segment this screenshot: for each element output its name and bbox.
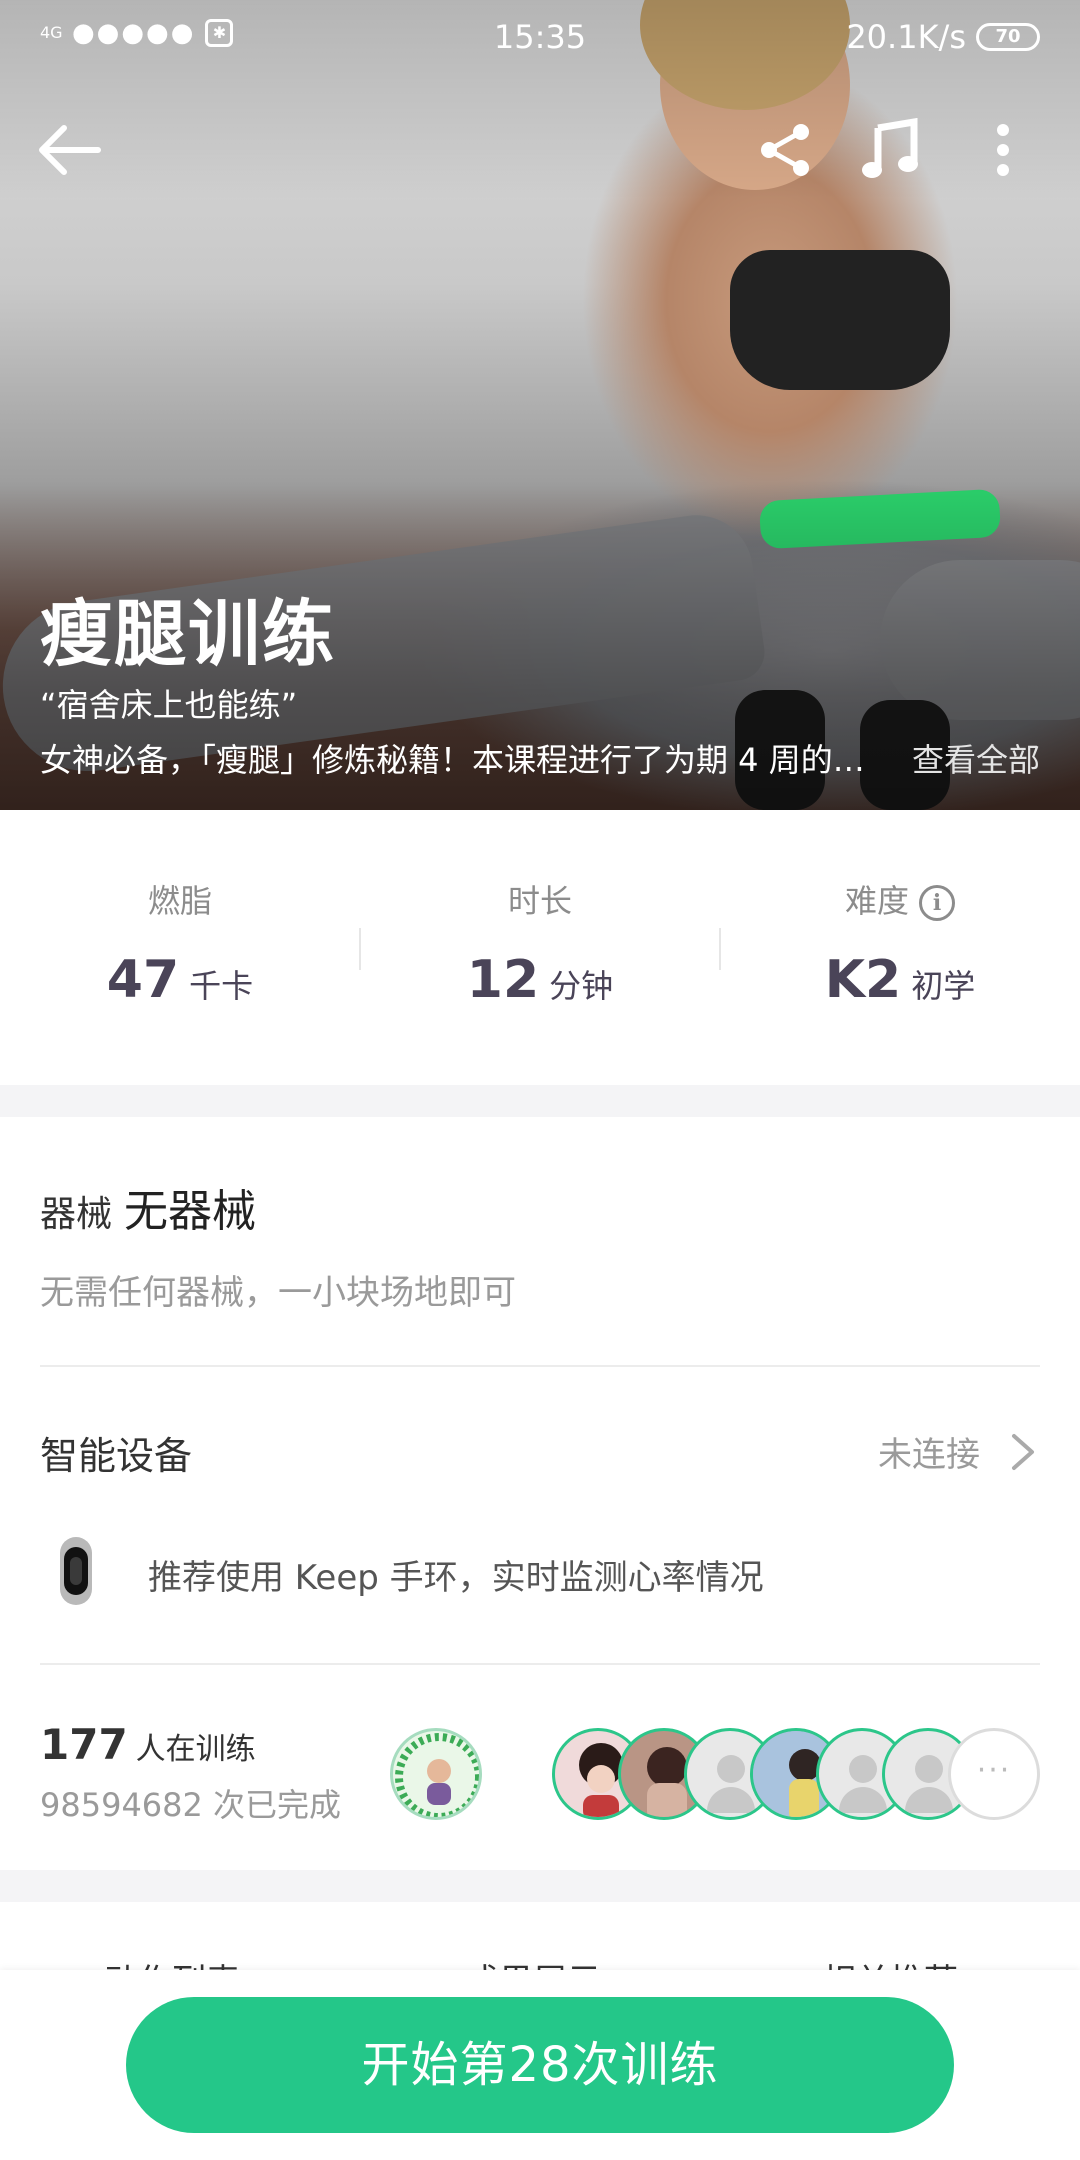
- section-gap: [0, 1870, 1080, 1902]
- stat-unit: 初学: [911, 967, 976, 1005]
- stat-value-group: 12 分钟: [360, 950, 720, 1010]
- equipment-label: 器械: [40, 1194, 113, 1235]
- equipment-row: 器械 无器械: [40, 1175, 1040, 1239]
- status-bar: 4G ●●●●● ✱ 15:35 20.1K/s 70: [0, 0, 1080, 76]
- more-options-button[interactable]: [985, 120, 1021, 180]
- back-arrow-icon: [39, 125, 101, 175]
- course-description: 女神必备，「瘦腿」修炼秘籍！本课程进行了为期 4 周的…: [40, 741, 865, 779]
- info-icon[interactable]: i: [919, 885, 955, 921]
- stat-label-group: 难度 i: [720, 876, 1080, 922]
- training-now: 177 人在训练: [40, 1720, 256, 1769]
- stat-difficulty: 难度 i K2 初学: [720, 810, 1080, 1085]
- equipment-description: 无需任何器械，一小块场地即可: [40, 1273, 516, 1313]
- course-title: 瘦腿训练: [40, 592, 337, 676]
- chevron-right-icon[interactable]: [1004, 1432, 1040, 1472]
- default-avatar-icon: [849, 1755, 877, 1783]
- avatar[interactable]: [390, 1728, 482, 1820]
- back-button[interactable]: [36, 120, 106, 180]
- course-stats: 燃脂 47 千卡 时长 12 分钟 难度 i K2 初学: [0, 810, 1080, 1085]
- divider: [40, 1365, 1040, 1367]
- stat-value-group: K2 初学: [720, 950, 1080, 1010]
- cover-figure-top: [730, 250, 950, 390]
- more-vertical-icon: [997, 124, 1009, 176]
- fitness-band-icon: [46, 1535, 106, 1607]
- share-button[interactable]: [755, 120, 815, 180]
- stat-label: 难度: [844, 882, 909, 920]
- stat-calories: 燃脂 47 千卡: [0, 810, 360, 1085]
- divider: [40, 1663, 1040, 1665]
- stat-unit: 千卡: [189, 967, 254, 1005]
- training-count: 177: [40, 1720, 128, 1769]
- stat-value: 12: [466, 950, 540, 1010]
- smart-device-title: 智能设备: [40, 1434, 193, 1478]
- stat-label: 时长: [507, 882, 572, 920]
- view-all-link[interactable]: 查看全部: [912, 735, 1040, 781]
- default-avatar-icon: [707, 1787, 755, 1813]
- stat-value: 47: [106, 950, 180, 1010]
- stat-duration: 时长 12 分钟: [360, 810, 720, 1085]
- bottom-action-bar: 开始第28次训练: [0, 1970, 1080, 2160]
- stat-unit: 分钟: [549, 967, 614, 1005]
- battery-icon: 70: [976, 23, 1040, 51]
- default-avatar-icon: [905, 1787, 953, 1813]
- course-slogan: “宿舍床上也能练”: [40, 686, 298, 724]
- equipment-name: 无器械: [124, 1186, 257, 1237]
- share-icon: [761, 124, 809, 176]
- smart-device-status[interactable]: 未连接: [878, 1427, 980, 1476]
- default-avatar-icon: [717, 1755, 745, 1783]
- more-avatars-button[interactable]: ···: [948, 1728, 1040, 1820]
- smart-device-recommendation: 推荐使用 Keep 手环，实时监测心率情况: [148, 1558, 764, 1598]
- stat-value: K2: [824, 950, 902, 1010]
- stat-label: 燃脂: [147, 882, 212, 920]
- music-note-icon: [862, 117, 918, 178]
- start-training-button[interactable]: 开始第28次训练: [126, 1997, 954, 2133]
- completed-count: 98594682 次已完成: [40, 1786, 342, 1824]
- network-speed: 20.1K/s: [846, 18, 966, 56]
- training-count-label: 人在训练: [135, 1732, 256, 1767]
- default-avatar-icon: [915, 1755, 943, 1783]
- section-gap: [0, 1085, 1080, 1117]
- default-avatar-icon: [839, 1787, 887, 1813]
- stat-value-group: 47 千卡: [0, 950, 360, 1010]
- music-button[interactable]: [860, 117, 920, 182]
- status-right: 20.1K/s 70: [846, 18, 1040, 56]
